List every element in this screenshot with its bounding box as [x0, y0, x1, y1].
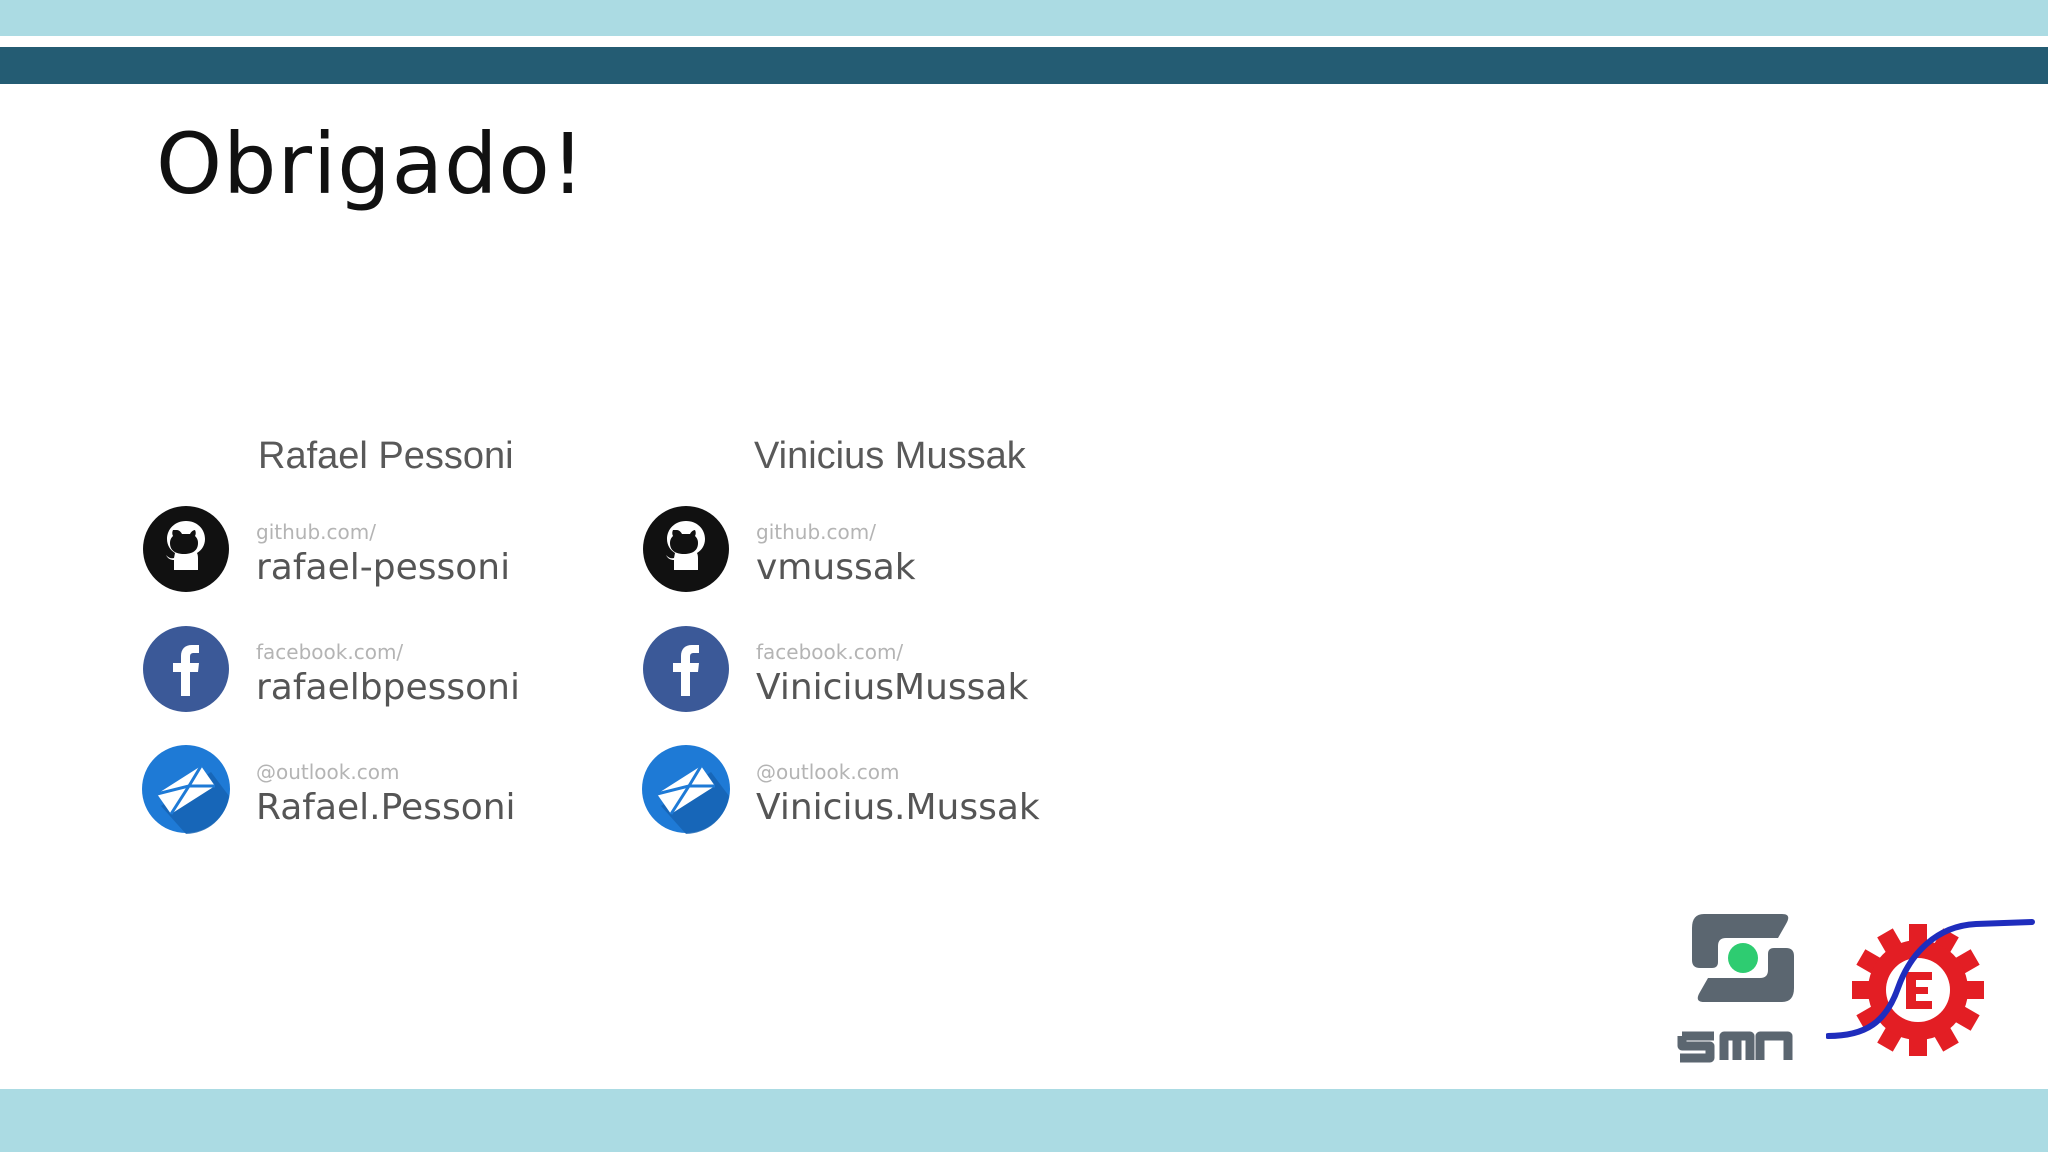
facebook-icon — [143, 626, 229, 712]
facebook-icon — [643, 626, 729, 712]
mail-icon — [142, 745, 230, 834]
top-light-band — [0, 0, 2048, 36]
top-dark-band — [0, 47, 2048, 84]
github-handle: rafael-pessoni — [256, 547, 511, 588]
bottom-band — [0, 1089, 2048, 1152]
contact-facebook-vinicius[interactable]: facebook.com/ ViniciusMussak — [641, 624, 1141, 724]
facebook-handle: rafaelbpessoni — [256, 667, 520, 708]
github-icon — [643, 506, 729, 592]
facebook-prefix: facebook.com/ — [756, 640, 904, 664]
github-prefix: github.com/ — [756, 520, 876, 544]
facebook-handle: ViniciusMussak — [756, 667, 1029, 708]
mail-domain: @outlook.com — [256, 760, 400, 784]
mail-domain: @outlook.com — [756, 760, 900, 784]
contact-github-rafael[interactable]: github.com/ rafael-pessoni — [141, 504, 641, 604]
mail-handle: Vinicius.Mussak — [756, 787, 1040, 828]
person-name-vinicius: Vinicius Mussak — [754, 435, 1026, 477]
contact-facebook-rafael[interactable]: facebook.com/ rafaelbpessoni — [141, 624, 641, 724]
github-handle: vmussak — [756, 547, 916, 588]
engineering-gear-logo — [1826, 919, 2035, 1056]
slide-title: Obrigado! — [156, 115, 586, 213]
mail-handle: Rafael.Pessoni — [256, 787, 516, 828]
contact-github-vinicius[interactable]: github.com/ vmussak — [641, 504, 1141, 604]
smn-logo — [1677, 914, 1794, 1063]
mail-icon — [642, 745, 730, 834]
contact-mail-rafael[interactable]: @outlook.com Rafael.Pessoni — [141, 744, 641, 844]
person-name-rafael: Rafael Pessoni — [258, 435, 514, 477]
github-prefix: github.com/ — [256, 520, 376, 544]
github-icon — [143, 506, 229, 592]
facebook-prefix: facebook.com/ — [256, 640, 404, 664]
contact-mail-vinicius[interactable]: @outlook.com Vinicius.Mussak — [641, 744, 1141, 844]
